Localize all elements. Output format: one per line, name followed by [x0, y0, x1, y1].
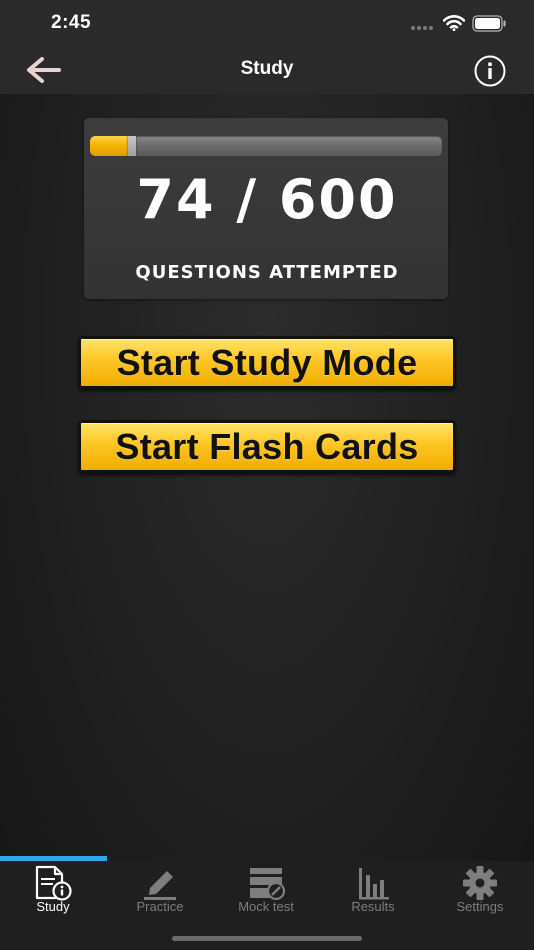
tab-study[interactable]: Study — [0, 861, 106, 921]
progress-thumb — [128, 136, 136, 156]
tab-practice[interactable]: Practice — [107, 861, 213, 921]
battery-icon — [472, 15, 506, 32]
gear-icon — [463, 866, 497, 900]
questions-attempted-label: QUESTIONS ATTEMPTED — [135, 262, 399, 283]
start-study-mode-label: Start Study Mode — [116, 341, 418, 383]
study-document-icon — [35, 865, 72, 901]
page-title: Study — [240, 58, 294, 79]
wifi-icon — [443, 15, 465, 31]
tab-mock-test-label: Mock test — [238, 899, 294, 914]
home-indicator — [172, 936, 362, 941]
tab-results-label: Results — [351, 899, 395, 914]
tab-settings[interactable]: Settings — [427, 861, 533, 921]
start-study-mode-button[interactable]: Start Study Mode — [78, 336, 456, 389]
progress-bar — [90, 136, 442, 156]
tab-study-label: Study — [36, 899, 70, 914]
questions-attempted-count: 74 / 600 — [136, 168, 398, 231]
info-icon — [474, 55, 506, 87]
tab-settings-label: Settings — [456, 899, 504, 914]
mock-test-icon — [250, 868, 286, 901]
progress-fill — [90, 136, 132, 156]
pencil-icon — [144, 871, 176, 900]
start-flash-cards-label: Start Flash Cards — [115, 425, 419, 467]
status-time: 2:45 — [51, 12, 92, 33]
tab-practice-label: Practice — [136, 899, 184, 914]
top-bar: 2:45 Study — [0, 0, 534, 94]
tab-mock-test[interactable]: Mock test — [213, 861, 319, 921]
bar-chart-icon — [359, 868, 389, 900]
info-button[interactable] — [474, 55, 506, 87]
tab-results[interactable]: Results — [320, 861, 426, 921]
study-screen: 2:45 Study 74 / 600 QUESTIONS ATTEMPTED … — [0, 0, 534, 950]
start-flash-cards-button[interactable]: Start Flash Cards — [78, 420, 456, 473]
signal-dots-icon — [411, 26, 435, 30]
